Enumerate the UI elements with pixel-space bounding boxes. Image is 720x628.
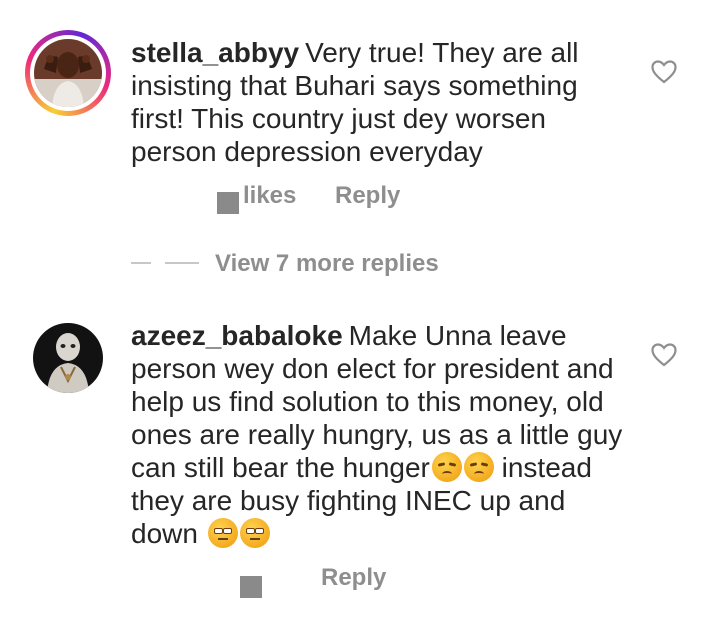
comment-meta: likes Reply xyxy=(0,182,720,216)
replies-divider xyxy=(165,262,199,264)
like-heart-icon[interactable] xyxy=(651,60,677,84)
redaction-box xyxy=(240,576,262,598)
disappointed-face-emoji xyxy=(463,452,494,482)
redaction-box xyxy=(217,192,239,214)
disappointed-face-emoji xyxy=(431,452,462,482)
comment-body: stella_abbyy Very true! They are all insi… xyxy=(131,36,631,168)
unamused-face-emoji xyxy=(207,518,238,548)
comment-azeez: azeez_babaloke Make Unna leave person wey… xyxy=(0,300,720,620)
comment-body: azeez_babaloke Make Unna leave person wey… xyxy=(131,319,631,550)
unamused-face-emoji xyxy=(239,518,270,548)
comment-username[interactable]: stella_abbyy xyxy=(131,37,299,68)
avatar[interactable] xyxy=(34,39,102,107)
reply-button[interactable]: Reply xyxy=(321,564,386,592)
view-more-replies-label[interactable]: View 7 more replies xyxy=(215,250,439,278)
comment-stella: stella_abbyy Very true! They are all insi… xyxy=(0,0,720,240)
comment-meta: Reply xyxy=(0,564,720,598)
reply-button[interactable]: Reply xyxy=(335,182,400,210)
avatar[interactable] xyxy=(33,323,103,393)
replies-divider xyxy=(131,262,151,264)
avatar-story-ring[interactable] xyxy=(25,30,111,116)
like-heart-icon[interactable] xyxy=(651,343,677,367)
comment-username[interactable]: azeez_babaloke xyxy=(131,320,343,351)
likes-count[interactable]: likes xyxy=(243,182,296,210)
